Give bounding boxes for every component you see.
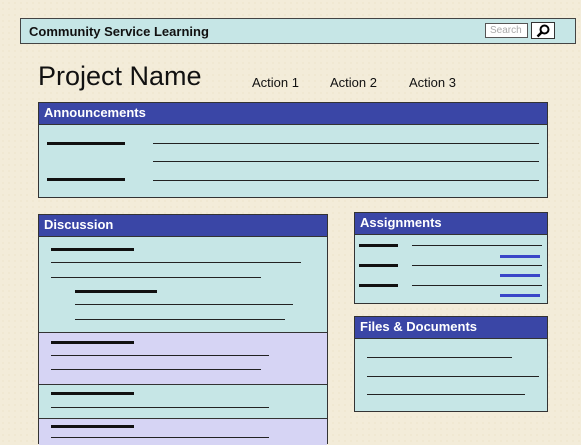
assignments-header: Assignments (355, 213, 547, 235)
file-text-line (367, 357, 512, 358)
thread-text-line (51, 277, 261, 278)
app-header-bar: Community Service Learning Search (20, 18, 576, 44)
assignment-title-placeholder (359, 264, 398, 267)
assignment-due-marker (500, 294, 540, 297)
files-header: Files & Documents (355, 317, 547, 339)
files-panel: Files & Documents (354, 316, 548, 412)
assignment-due-marker (500, 255, 540, 258)
search-input[interactable]: Search (485, 23, 528, 38)
announcement-text-line (153, 143, 539, 144)
assignment-due-marker (500, 274, 540, 277)
thread-text-line (51, 355, 269, 356)
file-text-line (367, 394, 525, 395)
thread-text-line (51, 369, 261, 370)
file-text-line (367, 376, 539, 377)
action-2-link[interactable]: Action 2 (330, 75, 377, 90)
assignment-text-line (412, 285, 542, 286)
reply-text-line (75, 304, 293, 305)
thread-text-line (51, 262, 301, 263)
assignment-text-line (412, 245, 542, 246)
action-3-link[interactable]: Action 3 (409, 75, 456, 90)
thread-text-line (51, 437, 269, 438)
discussion-thread[interactable] (39, 418, 327, 445)
discussion-thread[interactable] (39, 332, 327, 384)
thread-text-line (51, 407, 269, 408)
search-icon (536, 24, 550, 37)
app-title: Community Service Learning (29, 24, 209, 39)
announcements-panel: Announcements (38, 102, 548, 198)
discussion-panel: Discussion (38, 214, 328, 445)
announcements-header: Announcements (39, 103, 547, 125)
reply-text-line (75, 319, 285, 320)
discussion-header: Discussion (39, 215, 327, 237)
announcement-text-line (153, 161, 539, 162)
announcement-title-placeholder (47, 142, 125, 145)
assignment-title-placeholder (359, 244, 398, 247)
thread-title-placeholder (51, 392, 134, 395)
thread-title-placeholder (51, 341, 134, 344)
search-button[interactable] (531, 22, 555, 39)
reply-title-placeholder (75, 290, 157, 293)
assignment-text-line (412, 265, 542, 266)
announcement-title-placeholder (47, 178, 125, 181)
announcement-text-line (153, 180, 539, 181)
action-1-link[interactable]: Action 1 (252, 75, 299, 90)
thread-title-placeholder (51, 425, 134, 428)
assignment-title-placeholder (359, 284, 398, 287)
assignments-panel: Assignments (354, 212, 548, 304)
page-title: Project Name (38, 61, 202, 91)
thread-title-placeholder (51, 248, 134, 251)
discussion-thread[interactable] (39, 384, 327, 418)
